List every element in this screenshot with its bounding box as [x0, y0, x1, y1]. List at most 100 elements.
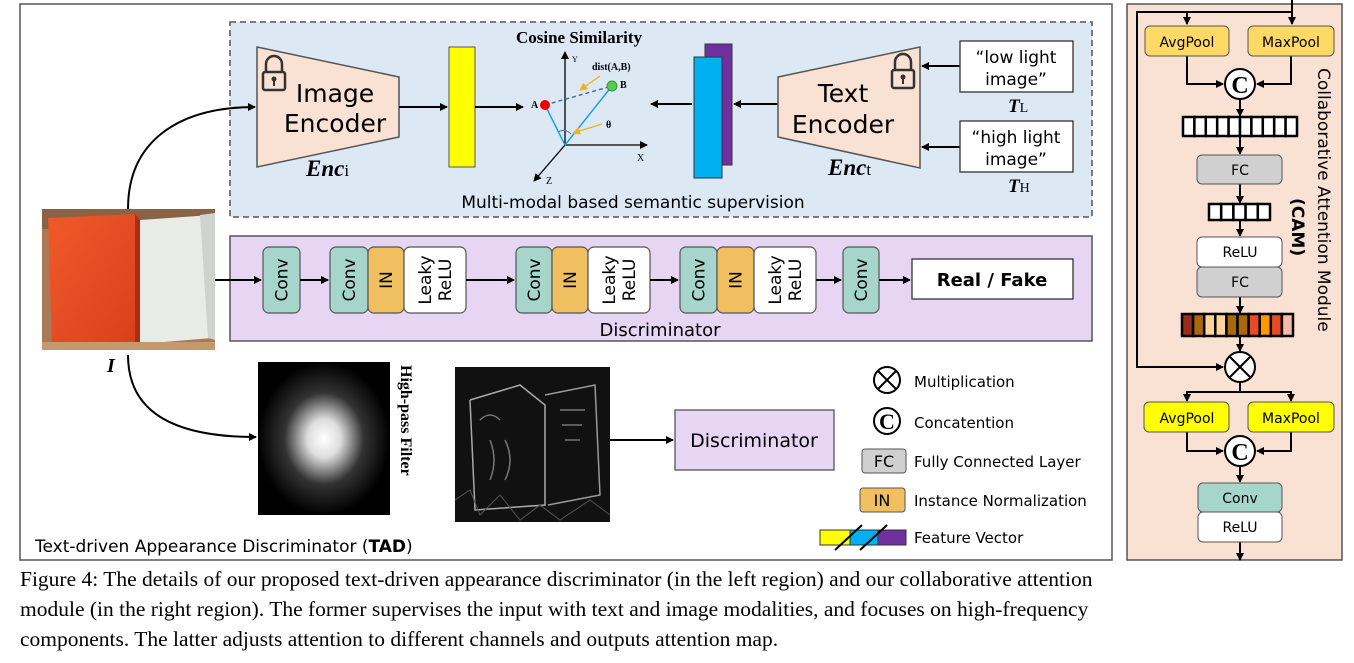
feature-cell	[1207, 202, 1223, 222]
leaky-relu-block-label: ReLU	[620, 259, 640, 302]
in-block-label: IN	[561, 271, 581, 289]
enc-t-label: Enct	[827, 155, 871, 180]
conv-label: Conv	[1222, 491, 1258, 507]
dist-label: dist(A,B)	[592, 62, 631, 73]
feature-cell	[1269, 312, 1284, 338]
figure-diagram: Image Encoder Enci Cosine Similarity Y X…	[19, 0, 1343, 561]
prompt-text: “high light	[972, 128, 1061, 148]
conv-block-label: Conv	[525, 258, 545, 301]
feature-cell	[1219, 202, 1235, 222]
point-b	[606, 80, 618, 92]
feature-cell	[1250, 115, 1265, 138]
feature-cell	[1214, 312, 1228, 338]
avgpool-label: AvgPool	[1160, 35, 1215, 51]
axis-z-label: Z	[546, 176, 552, 187]
feature-cell	[1256, 202, 1272, 222]
leaky-relu-block-label: Leaky	[416, 255, 436, 304]
leaky-relu-block: Leaky ReLU	[753, 246, 817, 314]
in-block: IN	[551, 246, 589, 314]
input-image	[42, 209, 215, 350]
leaky-relu-block-label: ReLU	[786, 259, 806, 302]
cam-maxpool-1: MaxPool	[1247, 25, 1335, 57]
high-pass-filter-image	[258, 362, 390, 515]
feature-cell	[1261, 115, 1276, 138]
leaky-relu-block: Leaky ReLU	[403, 246, 467, 314]
cam-relu-2: ReLU	[1197, 511, 1283, 543]
avgpool-label: AvgPool	[1160, 411, 1215, 427]
leaky-relu-block-label: Leaky	[600, 255, 620, 304]
cam-title: Collaborative Attention Module	[1313, 68, 1333, 332]
cam-concat-1: C	[1224, 68, 1256, 100]
legend-item-in: IN Instance Normalization	[859, 487, 1087, 513]
cam-maxpool-2: MaxPool	[1247, 401, 1335, 433]
concat-symbol: C	[879, 409, 895, 434]
relu-label: ReLU	[1222, 245, 1257, 261]
text-feature-vector-low	[693, 56, 723, 179]
caption-line: module (in the right region). The former…	[20, 597, 1089, 621]
conv-block-label: Conv	[852, 258, 872, 301]
feature-cell	[1280, 312, 1295, 338]
point-a	[540, 100, 550, 110]
image-encoder-label-1: Image	[296, 79, 374, 108]
axis-y-label: Y	[572, 55, 578, 64]
prompt-text: image”	[985, 150, 1047, 170]
discriminator-label: Discriminator	[600, 320, 722, 341]
feature-cell	[1180, 312, 1195, 338]
maxpool-label: MaxPool	[1262, 411, 1320, 427]
feature-cell	[1236, 312, 1250, 338]
concat-icon: C	[1231, 73, 1248, 99]
cam-conv: Conv	[1197, 482, 1283, 513]
legend-label: Fully Connected Layer	[914, 453, 1081, 471]
cam-fc-2: FC	[1196, 266, 1283, 298]
enc-i-label: Enci	[305, 156, 349, 181]
leaky-relu-block-label: Leaky	[766, 255, 786, 304]
maxpool-label: MaxPool	[1262, 35, 1320, 51]
leaky-relu-block: Leaky ReLU	[587, 246, 651, 314]
cam-attention-bar	[1180, 312, 1295, 338]
feature-cell	[1193, 115, 1208, 138]
real-fake-label: Real / Fake	[937, 270, 1048, 291]
cam-relu-1: ReLU	[1196, 236, 1283, 268]
conv-block-label: Conv	[690, 258, 710, 301]
discriminator-2-label: Discriminator	[690, 430, 818, 452]
fc-label: FC	[1231, 163, 1249, 179]
text-encoder-label-2: Encoder	[792, 110, 895, 139]
cam-feature-bar-reduced	[1207, 202, 1272, 222]
feature-cell	[1284, 115, 1299, 138]
high-pass-filter-label: High-pass Filter	[397, 365, 414, 476]
feature-cell	[1202, 312, 1217, 338]
caption-line: Figure 4: The details of our proposed te…	[20, 567, 1093, 591]
in-block: IN	[716, 246, 755, 314]
leaky-relu-block-label: ReLU	[436, 259, 456, 302]
feature-cell	[1272, 115, 1287, 138]
axis-x-label: X	[637, 153, 645, 164]
semantic-supervision-label: Multi-modal based semantic supervision	[461, 193, 804, 213]
in-symbol: IN	[874, 491, 891, 510]
cosine-similarity-title: Cosine Similarity	[516, 28, 643, 47]
point-a-label: A	[531, 100, 539, 111]
cam-avgpool-1: AvgPool	[1144, 25, 1230, 57]
feature-cell	[1244, 202, 1260, 222]
conv-block: Conv	[515, 246, 553, 314]
feature-cell	[1232, 202, 1247, 222]
cam-fc-1: FC	[1196, 154, 1283, 185]
conv-block: Conv	[329, 246, 369, 314]
feature-cell	[1227, 115, 1242, 138]
feature-cell	[1238, 115, 1253, 138]
fc-symbol: FC	[874, 452, 894, 471]
conv-block-label: Conv	[273, 258, 293, 301]
conv-block-label: Conv	[340, 258, 360, 301]
conv-block: Conv	[842, 246, 880, 314]
relu-label: ReLU	[1222, 520, 1257, 536]
in-block: IN	[367, 246, 405, 314]
feature-cell	[1258, 312, 1273, 338]
cam-avgpool-2: AvgPool	[1143, 401, 1230, 433]
feature-cell	[1181, 115, 1196, 138]
prompt-text: “low light	[976, 48, 1057, 68]
point-b-label: B	[620, 80, 627, 91]
legend-label: Feature Vector	[914, 529, 1024, 547]
feature-cell	[1204, 115, 1219, 138]
concat-icon: C	[1231, 440, 1248, 466]
prompt-text: image”	[985, 70, 1047, 90]
in-block-label: IN	[377, 271, 397, 289]
